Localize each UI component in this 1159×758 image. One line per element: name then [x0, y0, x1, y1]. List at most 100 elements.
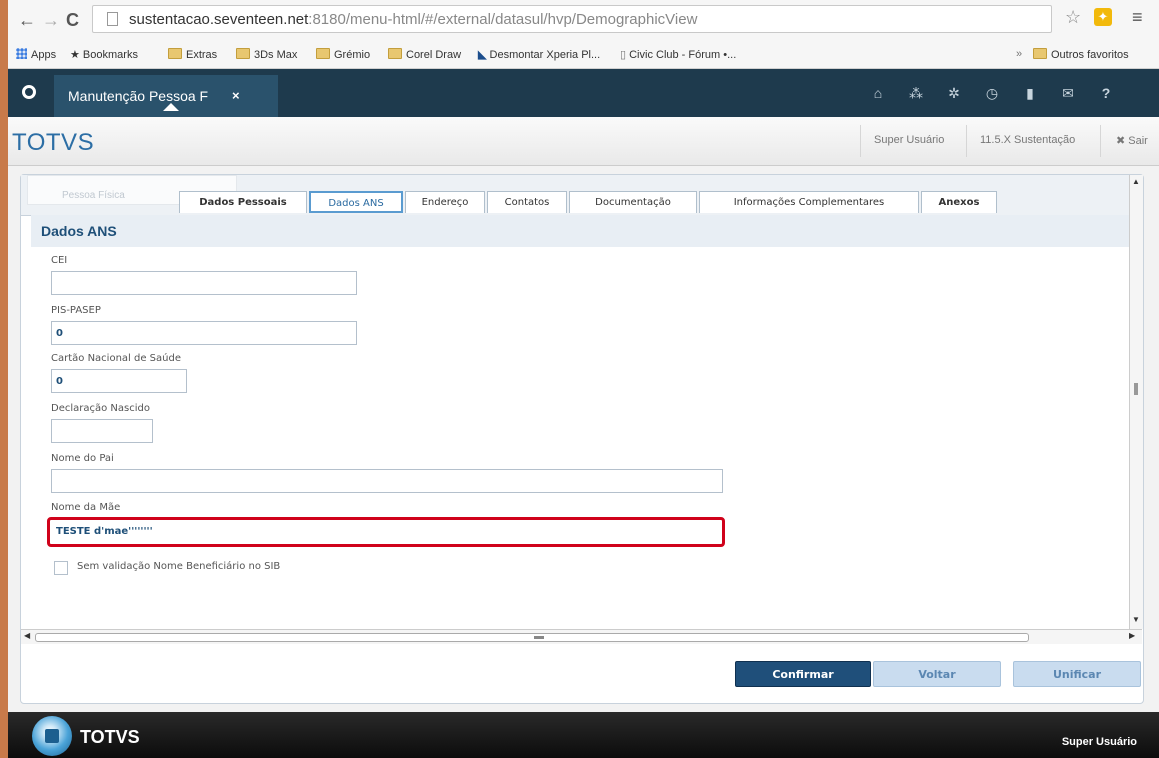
logout-link[interactable]: ✖ Sair: [1116, 134, 1148, 147]
bottom-bar: TOTVS Super Usuário: [8, 712, 1159, 758]
tab-dados-pessoais[interactable]: Dados Pessoais: [179, 191, 307, 213]
app-topbar: Manutenção Pessoa F × ⌂ ⁂ ✲ ◷ ▮ ✉ ?: [8, 69, 1159, 117]
cartao-nacional-saude-input[interactable]: 0: [51, 369, 187, 393]
document-icon[interactable]: ▮: [1011, 69, 1049, 117]
reload-icon[interactable]: C: [66, 10, 79, 30]
nome-mae-label: Nome da Mãe: [51, 502, 121, 513]
app-header: TOTVS Super Usuário 11.5.X Sustentação ✖…: [8, 117, 1159, 166]
back-arrow-icon[interactable]: ←: [18, 10, 36, 30]
gear-icon[interactable]: ✲: [935, 69, 973, 117]
scroll-down-icon[interactable]: ▼: [1132, 615, 1140, 624]
tab-endereco[interactable]: Endereço: [405, 191, 485, 213]
bookmark-label: Bookmarks: [82, 49, 138, 61]
totvs-logo-icon[interactable]: [22, 85, 36, 99]
site-icon: ◣: [478, 49, 490, 61]
pis-pasep-input[interactable]: 0: [51, 321, 357, 345]
browser-menu-icon[interactable]: ≡: [1132, 7, 1143, 28]
cartao-nacional-saude-label: Cartão Nacional de Saúde: [51, 353, 181, 364]
bookmark-gremio[interactable]: Grémio: [316, 48, 370, 61]
folder-icon: [236, 48, 250, 59]
divider: [966, 125, 967, 157]
bookmark-apps[interactable]: Apps: [16, 48, 56, 61]
pis-pasep-label: PIS-PASEP: [51, 305, 101, 316]
mail-icon[interactable]: ✉: [1049, 69, 1087, 117]
highlight-box: [47, 517, 725, 547]
vertical-scrollbar[interactable]: ▲ ▼: [1129, 175, 1143, 629]
url-path: :8180/menu-html/#/external/datasul/hvp/D…: [308, 11, 698, 28]
bookmark-extras[interactable]: Extras: [168, 48, 217, 61]
bookmark-3dsmax[interactable]: 3Ds Max: [236, 48, 297, 61]
tab-contatos[interactable]: Contatos: [487, 191, 567, 213]
form-panel: Pessoa Física Dados Pessoais Dados ANS E…: [20, 174, 1144, 704]
scroll-up-icon[interactable]: ▲: [1132, 177, 1140, 186]
back-button[interactable]: Voltar: [873, 661, 1001, 687]
brand-title: TOTVS: [12, 129, 95, 156]
folder-icon: [1033, 48, 1047, 59]
horizontal-scrollbar[interactable]: ◀ ▶: [21, 629, 1142, 644]
forward-arrow-icon[interactable]: →: [42, 10, 60, 30]
tab-label: Pessoa Física: [62, 190, 125, 201]
home-icon[interactable]: ⌂: [859, 69, 897, 117]
sib-validation-label: Sem validação Nome Beneficiário no SIB: [77, 561, 281, 572]
folder-icon: [168, 48, 182, 59]
nome-pai-input[interactable]: [51, 469, 723, 493]
tab-informacoes-complementares[interactable]: Informações Complementares: [699, 191, 919, 213]
scroll-right-icon[interactable]: ▶: [1129, 631, 1135, 640]
bookmark-xperia[interactable]: ◣ Desmontar Xperia Pl...: [478, 48, 600, 61]
taskbar-brand: TOTVS: [80, 727, 140, 747]
apps-grid-icon: [16, 48, 27, 59]
sitemap-icon[interactable]: ⁂: [897, 69, 935, 117]
bookmarks-overflow[interactable]: »: [1016, 48, 1022, 60]
totvs-orb-icon[interactable]: [32, 716, 72, 756]
unify-button[interactable]: Unificar: [1013, 661, 1141, 687]
tab-dados-ans[interactable]: Dados ANS: [309, 191, 403, 213]
scroll-left-icon[interactable]: ◀: [24, 631, 30, 640]
extension-icon[interactable]: ✦: [1094, 8, 1112, 26]
url-text: sustentacao.seventeen.net:8180/menu-html…: [129, 11, 697, 28]
user-link[interactable]: Super Usuário: [874, 134, 944, 146]
bookmark-bookmarks[interactable]: ★ Bookmarks: [70, 48, 138, 61]
declaracao-nascido-input[interactable]: [51, 419, 153, 443]
cei-input[interactable]: [51, 271, 357, 295]
help-icon[interactable]: ?: [1087, 69, 1125, 117]
bookmark-label: 3Ds Max: [254, 49, 298, 61]
bookmark-label: Extras: [186, 49, 218, 61]
tab-title: Manutenção Pessoa F: [68, 88, 209, 104]
declaracao-nascido-label: Declaração Nascido: [51, 403, 150, 414]
confirm-button[interactable]: Confirmar: [735, 661, 871, 687]
close-icon[interactable]: ×: [232, 88, 240, 103]
browser-window: ← → C sustentacao.seventeen.net:8180/men…: [8, 0, 1159, 758]
nome-pai-label: Nome do Pai: [51, 453, 114, 464]
bookmark-star-icon[interactable]: ☆: [1065, 7, 1081, 28]
url-host: sustentacao.seventeen.net: [129, 11, 309, 28]
bookmark-coreldraw[interactable]: Corel Draw: [388, 48, 461, 61]
scroll-thumb[interactable]: [534, 636, 544, 639]
folder-icon: [316, 48, 330, 59]
section-header: Dados ANS: [31, 215, 1129, 247]
bookmark-label: Desmontar Xperia Pl...: [489, 49, 601, 61]
page-icon: ▯: [620, 49, 630, 61]
bookmark-label: Grémio: [334, 49, 371, 61]
tab-anexos[interactable]: Anexos: [921, 191, 997, 213]
address-bar[interactable]: sustentacao.seventeen.net:8180/menu-html…: [92, 5, 1052, 33]
scroll-thumb[interactable]: [1134, 383, 1138, 395]
bookmarks-bar: Apps ★ Bookmarks Extras 3Ds Max Grémio C…: [8, 40, 1159, 69]
bookmark-label: Civic Club - Fórum •...: [629, 49, 737, 61]
taskbar-user[interactable]: Super Usuário: [1062, 736, 1137, 748]
bookmark-label: Apps: [31, 49, 57, 61]
clock-icon[interactable]: ◷: [973, 69, 1011, 117]
browser-toolbar: ← → C sustentacao.seventeen.net:8180/men…: [8, 0, 1159, 40]
bookmark-label: Corel Draw: [406, 49, 462, 61]
star-icon: ★: [70, 49, 83, 61]
tab-documentacao[interactable]: Documentação: [569, 191, 697, 213]
scroll-track[interactable]: [35, 633, 1029, 642]
bookmark-label: Outros favoritos: [1051, 49, 1129, 61]
tab-strip: Pessoa Física Dados Pessoais Dados ANS E…: [21, 175, 1129, 216]
bookmark-civicclub[interactable]: ▯ Civic Club - Fórum •...: [620, 48, 736, 61]
divider: [1100, 125, 1101, 157]
cei-label: CEI: [51, 255, 68, 266]
sib-validation-checkbox[interactable]: [54, 561, 68, 575]
environment-link[interactable]: 11.5.X Sustentação: [980, 134, 1075, 146]
folder-icon: [388, 48, 402, 59]
bookmark-other[interactable]: Outros favoritos: [1033, 48, 1129, 61]
